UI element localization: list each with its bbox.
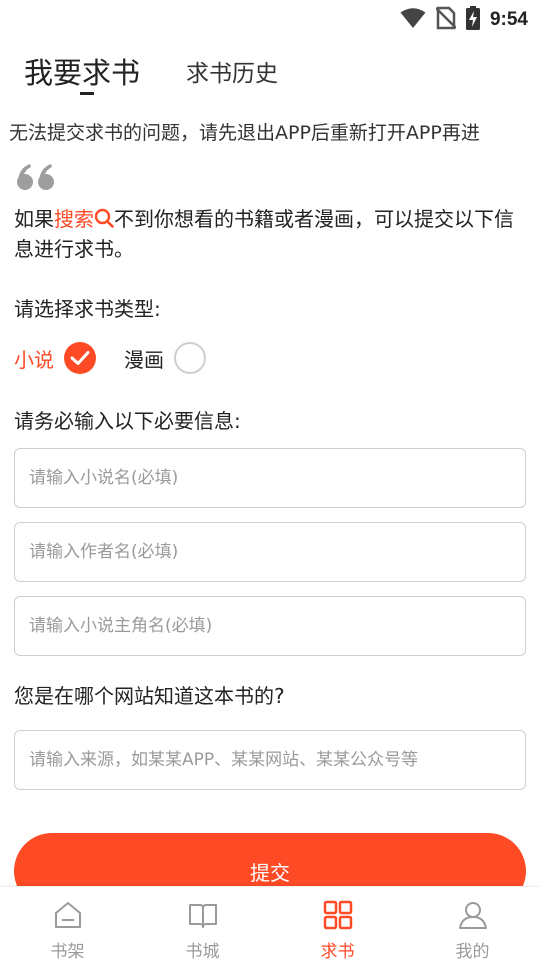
radio-novel[interactable]: 小说 xyxy=(14,341,96,375)
notice-text: 无法提交求书的问题，请先退出APP后重新打开APP再进 xyxy=(9,122,480,144)
search-icon xyxy=(94,206,114,228)
tabbar-label-profile: 我的 xyxy=(455,942,490,960)
source-input[interactable] xyxy=(15,731,525,789)
novel-name-input[interactable] xyxy=(15,449,525,507)
wifi-icon xyxy=(400,7,426,33)
tabbar-item-profile[interactable]: 我的 xyxy=(405,887,540,960)
protagonist-name-input[interactable] xyxy=(15,597,525,655)
author-name-input[interactable] xyxy=(15,523,525,581)
profile-icon xyxy=(457,899,489,935)
request-grid-icon xyxy=(322,899,354,935)
source-section-label: 您是在哪个网站知道这本书的? xyxy=(14,684,285,708)
tabbar-item-request[interactable]: 求书 xyxy=(270,887,405,960)
status-time: 9:54 xyxy=(489,9,528,30)
novel-name-field[interactable] xyxy=(14,448,526,508)
source-field[interactable] xyxy=(14,730,526,790)
intro-prefix: 如果 xyxy=(14,207,54,231)
type-section-label: 请选择求书类型: xyxy=(14,297,161,321)
radio-comic[interactable]: 漫画 xyxy=(124,341,206,375)
battery-charging-icon xyxy=(465,6,480,34)
protagonist-name-field[interactable] xyxy=(14,596,526,656)
bottom-tabbar: 书架 书城 求书 我的 xyxy=(0,886,540,960)
bookshelf-icon xyxy=(52,899,84,935)
tabbar-item-bookstore[interactable]: 书城 xyxy=(135,887,270,960)
book-icon xyxy=(187,899,219,935)
status-icons: 9:54 xyxy=(400,6,528,34)
quote-icon xyxy=(16,163,56,195)
tab-indicator xyxy=(80,92,94,95)
tabbar-label-bookshelf: 书架 xyxy=(50,942,85,960)
radio-novel-label: 小说 xyxy=(14,347,54,372)
intro-search-word: 搜索 xyxy=(54,207,94,231)
notice-marquee: 无法提交求书的问题，请先退出APP后重新打开APP再进 xyxy=(0,118,540,148)
unchecked-circle-icon[interactable] xyxy=(174,342,206,374)
tab-request-book[interactable]: 我要求书 xyxy=(24,50,140,92)
tab-request-history[interactable]: 求书历史 xyxy=(186,54,278,88)
intro-text: 如果搜索 不到你想看的书籍或者漫画，可以提交以下信息进行求书。 xyxy=(14,204,526,264)
tabbar-label-bookstore: 书城 xyxy=(185,942,220,960)
info-section-label: 请务必输入以下必要信息: xyxy=(14,409,241,433)
checked-circle-icon[interactable] xyxy=(64,342,96,374)
top-tabs: 我要求书 求书历史 xyxy=(0,40,540,100)
status-bar: 9:54 xyxy=(0,0,540,36)
no-sim-icon xyxy=(435,6,457,34)
radio-comic-label: 漫画 xyxy=(124,347,164,372)
tabbar-item-bookshelf[interactable]: 书架 xyxy=(0,887,135,960)
tabbar-label-request: 求书 xyxy=(320,942,355,960)
author-name-field[interactable] xyxy=(14,522,526,582)
